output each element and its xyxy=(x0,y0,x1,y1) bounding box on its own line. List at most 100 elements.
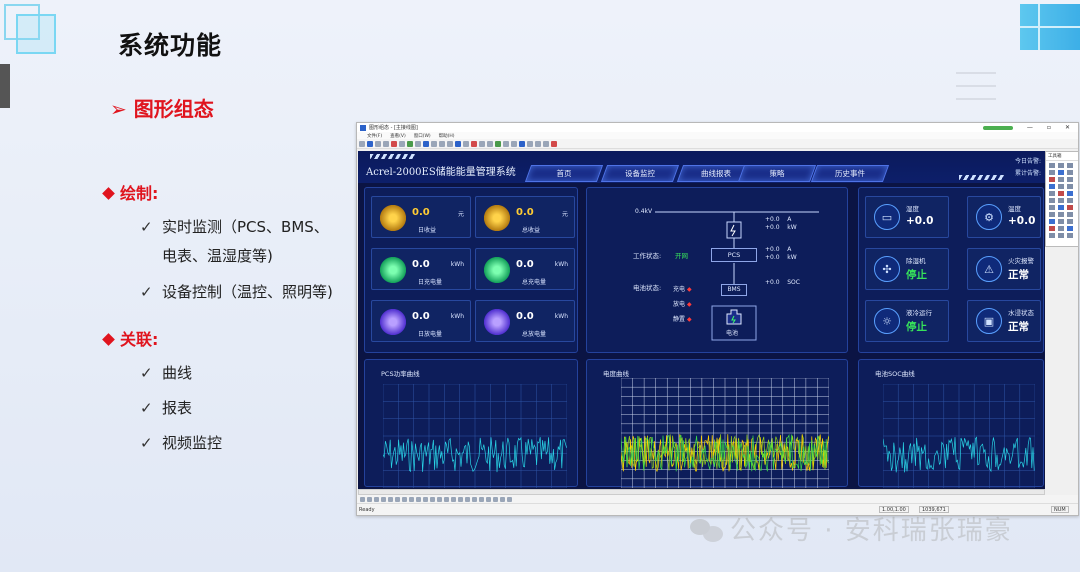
bottom-tool-button[interactable] xyxy=(416,496,421,502)
toolbar-button[interactable] xyxy=(479,140,485,147)
tab-device-monitor[interactable]: 设备监控 xyxy=(600,165,680,182)
palette-tool[interactable] xyxy=(1058,233,1064,238)
palette-tool[interactable] xyxy=(1058,184,1064,189)
toolbar-button[interactable] xyxy=(367,140,373,147)
bottom-tool-button[interactable] xyxy=(472,496,477,502)
bottom-tool-button[interactable] xyxy=(395,496,400,502)
palette-tool[interactable] xyxy=(1058,219,1064,224)
toolbar-button[interactable] xyxy=(487,140,493,147)
toolbar-button[interactable] xyxy=(511,140,517,147)
toolbar-button[interactable] xyxy=(439,140,445,147)
env-card-liquid-cooling[interactable]: ☼ 液冷运行 停止 xyxy=(865,300,949,342)
bottom-tool-button[interactable] xyxy=(465,496,470,502)
palette-tool[interactable] xyxy=(1049,219,1055,224)
toolbar-button[interactable] xyxy=(383,140,389,147)
palette-tool[interactable] xyxy=(1058,198,1064,203)
toolbar-button[interactable] xyxy=(407,140,413,147)
toolbox-palette: 工具箱 xyxy=(1045,151,1079,247)
palette-tool[interactable] xyxy=(1049,191,1055,196)
maximize-button[interactable]: ▫ xyxy=(1047,124,1051,131)
palette-tool[interactable] xyxy=(1067,184,1073,189)
toolbar-button[interactable] xyxy=(375,140,381,147)
toolbar-button[interactable] xyxy=(423,140,429,147)
toolbar-button[interactable] xyxy=(543,140,549,147)
menu-help[interactable]: 帮助(H) xyxy=(439,133,455,139)
thermometer-icon: ⚙ xyxy=(976,204,1002,230)
toolbar-button[interactable] xyxy=(399,140,405,147)
tab-history-events[interactable]: 历史事件 xyxy=(810,165,890,182)
tab-home[interactable]: 首页 xyxy=(524,165,604,182)
palette-tool[interactable] xyxy=(1049,163,1055,168)
bottom-tool-button[interactable] xyxy=(493,496,498,502)
toolbar-button[interactable] xyxy=(551,140,557,147)
top-right-decoration xyxy=(1020,4,1080,50)
toolbar-button[interactable] xyxy=(415,140,421,147)
toolbar-button[interactable] xyxy=(455,140,461,147)
toolbar-button[interactable] xyxy=(503,140,509,147)
bottom-tool-button[interactable] xyxy=(507,496,512,502)
palette-tool[interactable] xyxy=(1058,163,1064,168)
bottom-tool-button[interactable] xyxy=(437,496,442,502)
bottom-tool-button[interactable] xyxy=(360,496,365,502)
palette-tool[interactable] xyxy=(1067,212,1073,217)
palette-tool[interactable] xyxy=(1058,191,1064,196)
toolbar-button[interactable] xyxy=(527,140,533,147)
tab-strategy[interactable]: 策略 xyxy=(737,165,817,182)
palette-tool[interactable] xyxy=(1067,177,1073,182)
menu-window[interactable]: 窗口(W) xyxy=(414,133,431,139)
bottom-tool-button[interactable] xyxy=(451,496,456,502)
palette-tool[interactable] xyxy=(1067,233,1073,238)
palette-tool[interactable] xyxy=(1049,205,1055,210)
toolbar-button[interactable] xyxy=(431,140,437,147)
palette-tool[interactable] xyxy=(1049,198,1055,203)
bottom-tool-button[interactable] xyxy=(479,496,484,502)
palette-tool[interactable] xyxy=(1049,177,1055,182)
bottom-tool-button[interactable] xyxy=(423,496,428,502)
palette-tool[interactable] xyxy=(1058,205,1064,210)
toolbar-button[interactable] xyxy=(447,140,453,147)
bottom-tool-button[interactable] xyxy=(367,496,372,502)
menu-file[interactable]: 文件(F) xyxy=(367,133,382,139)
toolbar-button[interactable] xyxy=(495,140,501,147)
toolbar-button[interactable] xyxy=(519,140,525,147)
toolbar-button[interactable] xyxy=(463,140,469,147)
stat-value: 0.0 xyxy=(516,259,534,270)
palette-tool[interactable] xyxy=(1067,205,1073,210)
palette-tool[interactable] xyxy=(1067,198,1073,203)
bottom-tool-button[interactable] xyxy=(458,496,463,502)
toolbar-button[interactable] xyxy=(359,140,365,147)
bottom-tool-button[interactable] xyxy=(486,496,491,502)
bms-box[interactable]: BMS xyxy=(721,284,747,296)
bottom-tool-button[interactable] xyxy=(444,496,449,502)
bottom-tool-button[interactable] xyxy=(430,496,435,502)
window-titlebar[interactable]: 图形组态 - [主接线图] — ▫ ✕ xyxy=(357,123,1078,132)
palette-tool[interactable] xyxy=(1049,233,1055,238)
palette-tool[interactable] xyxy=(1049,212,1055,217)
toolbar-button[interactable] xyxy=(535,140,541,147)
palette-tool[interactable] xyxy=(1058,212,1064,217)
palette-tool[interactable] xyxy=(1049,184,1055,189)
palette-tool[interactable] xyxy=(1067,191,1073,196)
bottom-tool-button[interactable] xyxy=(381,496,386,502)
env-card-dehumidifier[interactable]: ✣ 除湿机 停止 xyxy=(865,248,949,290)
bottom-tool-button[interactable] xyxy=(402,496,407,502)
bottom-tool-button[interactable] xyxy=(409,496,414,502)
palette-tool[interactable] xyxy=(1058,226,1064,231)
pcs-box[interactable]: PCS xyxy=(711,248,757,262)
bottom-tool-button[interactable] xyxy=(388,496,393,502)
toolbar-button[interactable] xyxy=(471,140,477,147)
palette-tool[interactable] xyxy=(1067,163,1073,168)
palette-tool[interactable] xyxy=(1067,219,1073,224)
toolbar-button[interactable] xyxy=(391,140,397,147)
minimize-button[interactable]: — xyxy=(1027,124,1033,131)
palette-tool[interactable] xyxy=(1067,226,1073,231)
palette-tool[interactable] xyxy=(1058,177,1064,182)
palette-tool[interactable] xyxy=(1067,170,1073,175)
bottom-tool-button[interactable] xyxy=(374,496,379,502)
palette-tool[interactable] xyxy=(1058,170,1064,175)
close-button[interactable]: ✕ xyxy=(1065,124,1070,131)
menu-view[interactable]: 查看(V) xyxy=(390,133,406,139)
bottom-tool-button[interactable] xyxy=(500,496,505,502)
palette-tool[interactable] xyxy=(1049,226,1055,231)
palette-tool[interactable] xyxy=(1049,170,1055,175)
